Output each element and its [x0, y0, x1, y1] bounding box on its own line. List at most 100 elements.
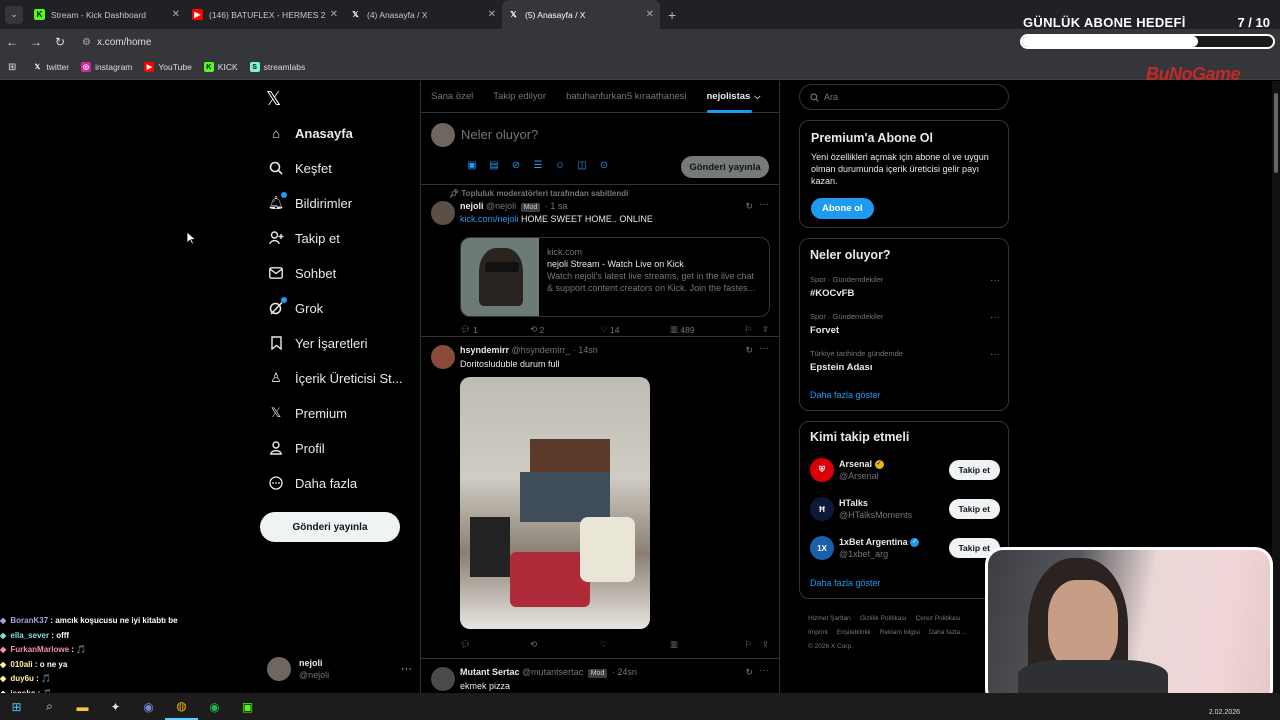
share-icon[interactable]: ⇪ [762, 639, 769, 650]
follow-button[interactable]: Takip et [948, 499, 1000, 519]
post-mutant-sertac[interactable]: Mutant Sertac @mutantsertac Mod · 24sn ↻… [421, 659, 779, 693]
forward-icon[interactable]: → [24, 35, 48, 49]
grok-icon[interactable]: ↻ [745, 345, 753, 356]
nav-bookmarks[interactable]: Yer İşaretleri [268, 335, 368, 351]
close-icon[interactable]: ✕ [488, 9, 496, 20]
close-icon[interactable]: ✕ [172, 9, 180, 20]
browser-tab-x-4[interactable]: 𝕏 (4) Anasayfa / X ✕ [344, 0, 502, 29]
footer-link[interactable]: Imprint [808, 629, 828, 636]
reply-button[interactable]: 💬︎ 1 [460, 324, 530, 335]
more-icon[interactable]: ··· [401, 663, 412, 675]
link-card[interactable]: kick.com nejoli Stream - Watch Live on K… [460, 237, 770, 317]
back-icon[interactable]: ← [0, 35, 24, 49]
chrome-icon[interactable]: ◍ [165, 693, 198, 720]
poll-icon[interactable]: ☰ [527, 160, 549, 171]
composer-post-button[interactable]: Gönderi yayınla [681, 156, 769, 178]
apps-icon[interactable]: ⊞ [8, 62, 16, 73]
new-tab-button[interactable]: + [668, 7, 676, 23]
repost-icon[interactable]: ⟲ [530, 639, 600, 650]
bookmark-icon[interactable]: ⚐ [744, 639, 752, 650]
author-handle[interactable]: @nejoli [486, 201, 516, 211]
more-icon[interactable]: ··· [990, 275, 1000, 286]
share-icon[interactable]: ⇪ [762, 324, 769, 335]
windows-start-icon[interactable]: ⊞ [0, 693, 33, 720]
show-more-link[interactable]: Daha fazla göster [810, 390, 881, 400]
reply-icon[interactable]: 💬︎ [460, 639, 530, 650]
trend-item[interactable]: Spor · Gündemdekiler #KOCvFB ··· [810, 275, 1000, 299]
author-handle[interactable]: @hsyndemirr_ [512, 345, 571, 355]
avatar[interactable] [431, 667, 455, 691]
file-explorer-icon[interactable]: ▬ [66, 693, 99, 720]
tab-community-kiraathane[interactable]: batuhanfurkan5 kıraathanesi [556, 81, 696, 113]
views-icon[interactable]: ▥ [670, 639, 740, 650]
post-image[interactable] [460, 377, 650, 629]
footer-link[interactable]: Hizmet Şartları [808, 615, 851, 622]
post-time[interactable]: · 1 sa [545, 201, 568, 211]
author-name[interactable]: nejoli [460, 201, 484, 211]
image-icon[interactable]: ▣ [461, 160, 483, 171]
bookmark-kick[interactable]: K KICK [203, 62, 238, 72]
nav-chat[interactable]: Sohbet [268, 265, 336, 281]
nav-explore[interactable]: Keşfet [268, 160, 332, 176]
footer-link[interactable]: Çerez Politikası [916, 615, 961, 622]
kick-studio-icon[interactable]: ▣ [231, 693, 264, 720]
schedule-icon[interactable]: ◫ [571, 160, 593, 171]
author-handle[interactable]: @mutantsertac [522, 667, 583, 677]
x-logo-icon[interactable]: 𝕏 [266, 88, 281, 111]
nav-follow[interactable]: Takip et [268, 230, 340, 246]
more-icon[interactable]: ··· [759, 199, 769, 210]
tab-nejolistas[interactable]: nejolistas ⌵ [697, 81, 771, 113]
nav-more[interactable]: Daha fazla [268, 475, 357, 491]
browser-tab-kick[interactable]: K Stream - Kick Dashboard ✕ [28, 0, 186, 29]
footer-link[interactable]: Daha fazla ... [929, 629, 967, 636]
post-button[interactable]: Gönderi yayınla [260, 512, 400, 542]
grok-icon[interactable]: ↻ [745, 201, 753, 212]
emoji-icon[interactable]: ☺ [549, 160, 571, 171]
bookmark-twitter[interactable]: 𝕏twitter [32, 62, 70, 72]
more-icon[interactable]: ··· [759, 665, 769, 676]
follow-button[interactable]: Takip et [948, 460, 1000, 480]
follow-suggestion[interactable]: 1X 1xBet Argentina ✓ @1xbet_arg Takip et [810, 533, 1000, 563]
like-button[interactable]: ♡ 14 [600, 324, 670, 335]
tab-for-you[interactable]: Sana özel [421, 81, 483, 113]
nav-notifications[interactable]: 🔔︎ Bildirimler [268, 192, 352, 211]
bookmark-instagram[interactable]: ◎ instagram [81, 62, 132, 72]
author-name[interactable]: hsyndemirr [460, 345, 509, 355]
show-more-link[interactable]: Daha fazla göster [810, 578, 881, 588]
repost-button[interactable]: ⟲ 2 [530, 324, 600, 335]
browser-tab-x-5[interactable]: 𝕏 (5) Anasayfa / X ✕ [502, 0, 660, 29]
trend-item[interactable]: Spor · Gündemdekiler Forvet ··· [810, 312, 1000, 336]
follow-suggestion[interactable]: Ħ HTalks @HTalksMoments Takip et [810, 494, 1000, 524]
avatar[interactable] [431, 201, 455, 225]
search-input[interactable]: Ara [799, 84, 1009, 110]
bookmark-youtube[interactable]: ▶ YouTube [144, 62, 192, 72]
grok-icon[interactable]: ↻ [745, 667, 753, 678]
close-icon[interactable]: ✕ [646, 9, 654, 20]
discord-icon[interactable]: ◉ [132, 693, 165, 720]
reload-icon[interactable]: ↻ [48, 35, 72, 49]
bookmark-icon[interactable]: ⚐ [744, 324, 752, 335]
more-icon[interactable]: ··· [990, 312, 1000, 323]
scrollbar-thumb[interactable] [1274, 93, 1278, 173]
footer-link[interactable]: Reklam bilgisi [880, 629, 920, 636]
browser-tab-youtube[interactable]: ▶ (146) BATUFLEX - HERMES 2.0 ( ✕ [186, 0, 344, 29]
trend-item[interactable]: Türkiye tarihinde gündemde Epstein Adası ·… [810, 349, 1000, 373]
avatar[interactable] [431, 345, 455, 369]
post-time[interactable]: · 14sn [573, 345, 598, 355]
more-icon[interactable]: ··· [990, 349, 1000, 360]
post-time[interactable]: · 24sn [612, 667, 637, 677]
views-button[interactable]: ▥ 489 [670, 324, 740, 335]
composer-input[interactable]: Neler oluyor? [461, 127, 538, 142]
nav-creator-studio[interactable]: ♙ İçerik Üreticisi St... [268, 370, 402, 386]
tab-search-button[interactable]: ⌄ [5, 5, 23, 24]
url-field[interactable]: ⚙ x.com/home [82, 37, 151, 48]
account-switcher[interactable]: nejoli @nejoli ··· [267, 654, 412, 684]
app-icon[interactable]: ✦ [99, 693, 132, 720]
nav-profile[interactable]: Profil [268, 440, 325, 456]
gif-icon[interactable]: ▤ [483, 160, 505, 171]
author-name[interactable]: Mutant Sertac [460, 667, 520, 677]
tab-following[interactable]: Takip edilyor [483, 81, 556, 113]
site-info-icon[interactable]: ⚙ [82, 37, 91, 48]
location-icon[interactable]: ⊙ [593, 160, 615, 171]
footer-link[interactable]: Gizlilik Politikası [860, 615, 907, 622]
